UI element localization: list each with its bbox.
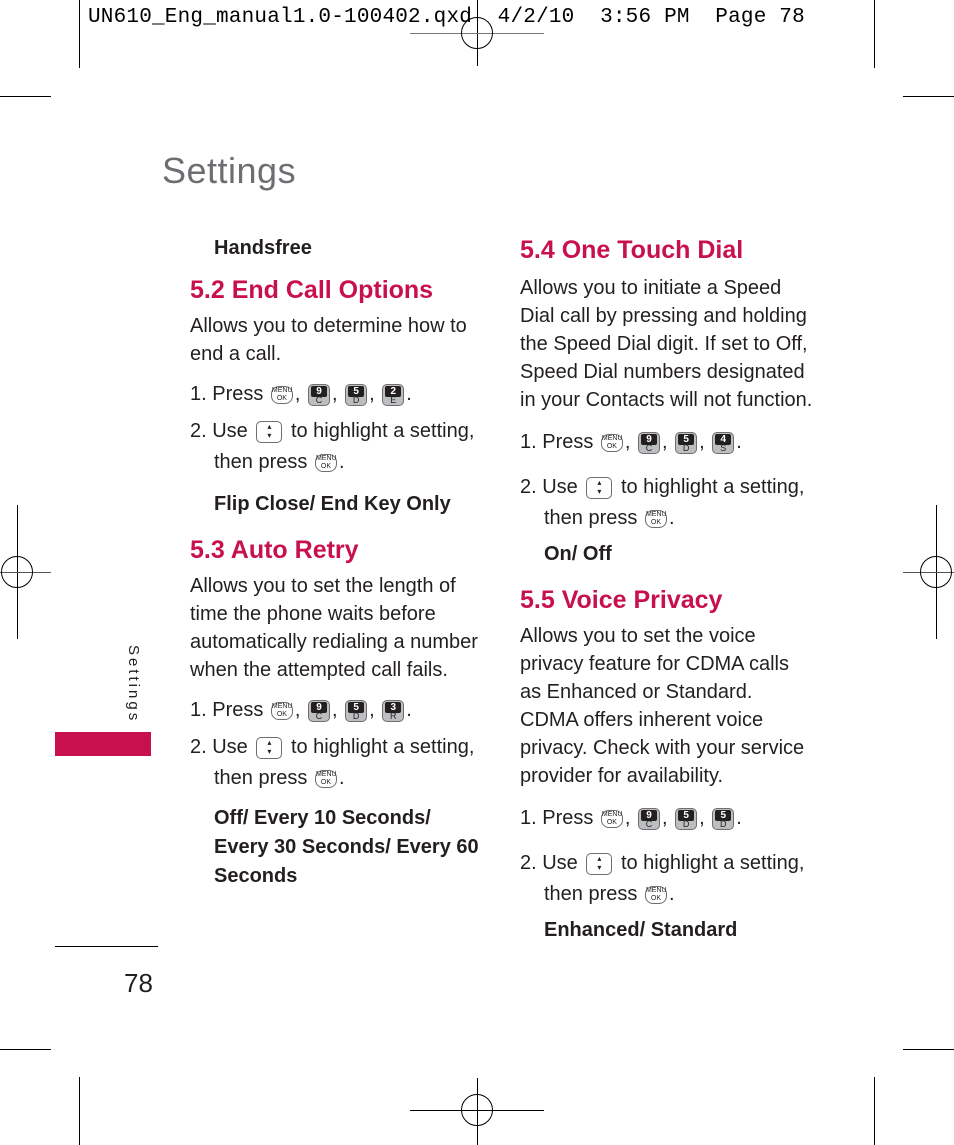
key-5-icon: 5D — [675, 807, 698, 830]
menu-ok-key-icon: MENU OK — [270, 385, 293, 404]
step-1: 1. Press MENU OK, 9C, 5D, 3R. — [190, 699, 412, 722]
section-heading: 5.3 Auto Retry — [190, 536, 359, 564]
crop-mark — [874, 1077, 875, 1145]
section-heading: 5.2 End Call Options — [190, 276, 434, 304]
section-options: Enhanced/ Standard — [544, 919, 738, 941]
registration-mark — [1, 556, 33, 588]
page-title: Settings — [162, 150, 297, 191]
footer-rule — [55, 946, 158, 947]
section-description: Allows you to set the voice privacy feat… — [520, 625, 805, 787]
option-handsfree: Handsfree — [214, 237, 312, 259]
right-column: 5.4 One Touch Dial Allows you to initiat… — [520, 234, 815, 944]
step-1: 1. Press MENU OK, 9C, 5D, 4S. — [520, 431, 742, 454]
crop-mark — [79, 1077, 80, 1145]
step-2: 2. Use ▴ ▾ to highlight a setting, then p… — [190, 736, 475, 789]
section-description: Allows you to determine how to end a cal… — [190, 315, 467, 365]
crop-mark — [903, 96, 954, 97]
step-1: 1. Press MENU OK, 9C, 5D, 2E. — [190, 383, 412, 406]
step-2: 2. Use ▴ ▾ to highlight a setting, then p… — [520, 852, 805, 905]
section-description: Allows you to initiate a Speed Dial call… — [520, 277, 813, 411]
section-options: Flip Close/ End Key Only — [214, 493, 451, 515]
key-5-icon: 5D — [345, 699, 368, 722]
nav-key-icon: ▴ ▾ — [256, 420, 283, 443]
registration-mark — [461, 17, 493, 49]
side-tab-bar — [55, 732, 151, 756]
key-3-icon: 3R — [382, 699, 405, 722]
key-2-icon: 2E — [382, 383, 405, 406]
section-options: Off/ Every 10 Seconds/ Every 30 Seconds/… — [214, 807, 479, 887]
menu-ok-key-icon: MENU OK — [270, 701, 293, 720]
menu-ok-key-icon: MENU OK — [600, 433, 623, 452]
nav-key-icon: ▴ ▾ — [586, 852, 613, 875]
side-tab-label: Settings — [125, 645, 142, 724]
crop-mark — [0, 96, 51, 97]
section-heading: 5.4 One Touch Dial — [520, 236, 744, 264]
step-1: 1. Press MENU OK, 9C, 5D, 5D. — [520, 807, 742, 830]
key-5-icon: 5D — [675, 431, 698, 454]
nav-key-icon: ▴ ▾ — [586, 476, 613, 499]
registration-mark — [920, 556, 952, 588]
key-5-icon: 5D — [712, 807, 735, 830]
menu-ok-key-icon: MENU OK — [644, 885, 667, 904]
step-2: 2. Use ▴ ▾ to highlight a setting, then p… — [520, 476, 805, 529]
nav-key-icon: ▴ ▾ — [256, 736, 283, 759]
key-9-icon: 9C — [638, 807, 661, 830]
page-number: 78 — [124, 968, 153, 998]
key-9-icon: 9C — [638, 431, 661, 454]
section-heading: 5.5 Voice Privacy — [520, 586, 723, 614]
crop-mark — [0, 1049, 51, 1050]
left-column: Handsfree 5.2 End Call Options Allows yo… — [190, 234, 480, 891]
slug-line: UN610_Eng_manual1.0-100402.qxd 4/2/10 3:… — [88, 6, 805, 29]
section-options: On/ Off — [544, 543, 612, 565]
section-description: Allows you to set the length of time the… — [190, 575, 478, 681]
registration-mark — [461, 1094, 493, 1126]
key-9-icon: 9C — [308, 699, 331, 722]
crop-mark — [874, 0, 875, 68]
key-5-icon: 5D — [345, 383, 368, 406]
crop-mark — [79, 0, 80, 68]
key-4-icon: 4S — [712, 431, 735, 454]
menu-ok-key-icon: MENU OK — [600, 809, 623, 828]
crop-mark — [903, 1049, 954, 1050]
step-2: 2. Use ▴ ▾ to highlight a setting, then p… — [190, 420, 475, 473]
menu-ok-key-icon: MENU OK — [314, 769, 337, 788]
key-9-icon: 9C — [308, 383, 331, 406]
menu-ok-key-icon: MENU OK — [314, 453, 337, 472]
menu-ok-key-icon: MENU OK — [644, 509, 667, 528]
